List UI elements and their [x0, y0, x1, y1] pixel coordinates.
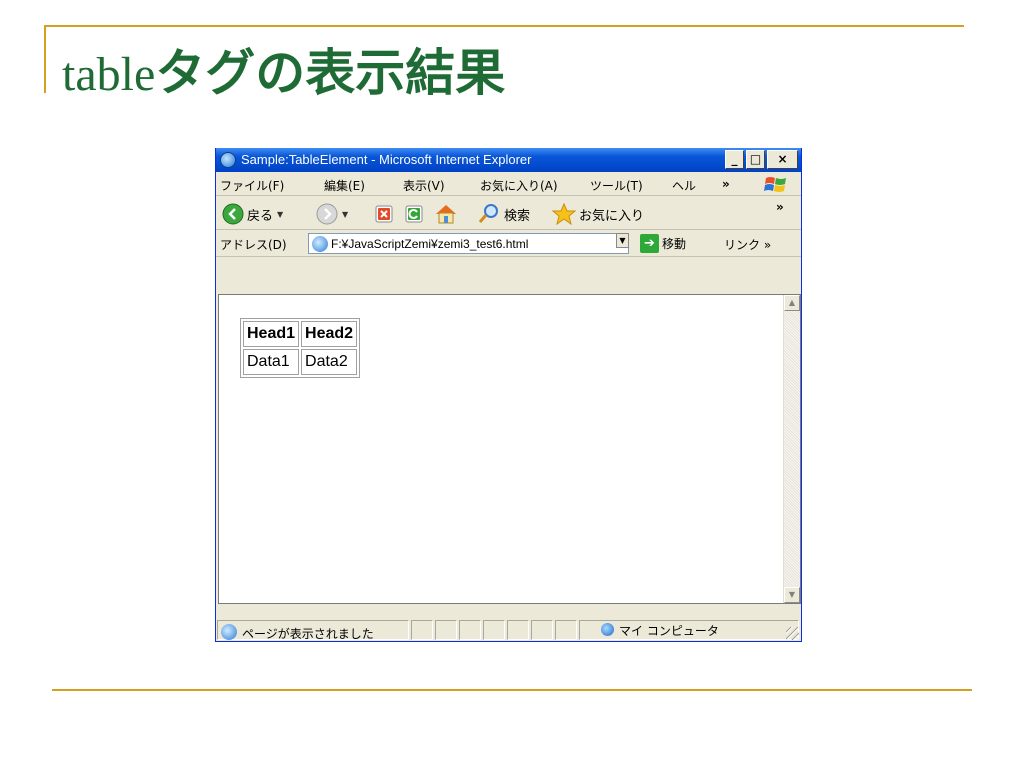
back-arrow-icon	[222, 203, 244, 225]
zone-text: マイ コンピュータ	[619, 624, 719, 638]
star-icon	[552, 203, 576, 225]
forward-arrow-icon	[316, 203, 338, 225]
vertical-scrollbar[interactable]: ▲ ▼	[783, 295, 800, 603]
address-url: F:¥JavaScriptZemi¥zemi3_test6.html	[331, 237, 529, 251]
home-icon	[436, 205, 456, 224]
windows-logo-icon	[764, 177, 786, 192]
toolbar: 戻る ▼ ▼ 検索 お気に入り »	[216, 196, 801, 230]
menu-help[interactable]: ヘル	[672, 177, 696, 194]
favorites-label: お気に入り	[579, 208, 645, 224]
status-text: ページが表示されました	[242, 627, 374, 641]
scroll-down-button[interactable]: ▼	[784, 587, 800, 603]
menu-file[interactable]: ファイル(F)	[220, 177, 284, 194]
slide-title-latin: table	[62, 48, 156, 101]
links-button[interactable]: リンク »	[724, 236, 771, 253]
menu-view[interactable]: 表示(V)	[403, 177, 445, 194]
ie-app-icon	[220, 152, 236, 168]
ie-window: Sample:TableElement - Microsoft Internet…	[215, 148, 802, 642]
top-rule	[44, 25, 964, 27]
table-header-cell: Head1	[243, 321, 300, 347]
menu-edit[interactable]: 編集(E)	[324, 177, 365, 194]
status-cell	[531, 620, 553, 640]
page-icon	[312, 236, 328, 252]
menu-tools[interactable]: ツール(T)	[590, 177, 643, 194]
left-rule	[44, 25, 46, 93]
status-cell	[483, 620, 505, 640]
window-title: Sample:TableElement - Microsoft Internet…	[241, 152, 532, 167]
refresh-button[interactable]	[404, 203, 424, 225]
page-content: Head1 Head2 Data1 Data2 ▲ ▼	[218, 294, 801, 604]
menu-more[interactable]: »	[722, 177, 730, 191]
bottom-rule	[52, 689, 972, 691]
maximize-button[interactable]: □	[746, 150, 765, 169]
go-label: 移動	[662, 237, 687, 251]
home-button[interactable]	[434, 203, 458, 225]
slide-title: tableタグの表示結果	[62, 38, 505, 108]
status-cell	[459, 620, 481, 640]
table-header-row: Head1 Head2	[243, 321, 358, 347]
status-main-cell: ページが表示されました	[217, 620, 409, 641]
stop-icon	[375, 205, 393, 223]
table-row: Data1 Data2	[243, 349, 358, 375]
status-page-icon	[221, 624, 237, 640]
back-dropdown-icon[interactable]: ▼	[277, 210, 283, 219]
close-button[interactable]: ×	[767, 150, 798, 169]
minimize-button[interactable]: _	[725, 150, 744, 169]
address-dropdown-icon[interactable]: ▼	[616, 233, 629, 248]
stop-button[interactable]	[374, 203, 394, 225]
resize-grip-icon[interactable]	[786, 627, 799, 640]
forward-dropdown-icon[interactable]: ▼	[342, 210, 348, 219]
back-label: 戻る	[247, 208, 274, 224]
table-cell: Data2	[301, 349, 358, 375]
scroll-up-button[interactable]: ▲	[784, 295, 800, 311]
forward-button[interactable]: ▼	[316, 203, 348, 225]
slide-title-jp: タグの表示結果	[155, 44, 506, 102]
status-cell	[435, 620, 457, 640]
table-header-cell: Head2	[301, 321, 358, 347]
address-label: アドレス(D)	[220, 238, 287, 252]
computer-zone-icon	[601, 623, 614, 636]
toolbar-more-button[interactable]: »	[776, 200, 784, 214]
status-bar: ページが表示されました マイ コンピュータ	[216, 618, 801, 641]
menubar: ファイル(F) 編集(E) 表示(V) お気に入り(A) ツール(T) ヘル »	[216, 172, 801, 196]
search-icon	[478, 204, 498, 223]
status-cell	[555, 620, 577, 640]
go-arrow-icon: ➔	[640, 234, 659, 253]
status-cell	[411, 620, 433, 640]
demo-table: Head1 Head2 Data1 Data2	[240, 318, 361, 378]
address-bar: アドレス(D) F:¥JavaScriptZemi¥zemi3_test6.ht…	[216, 230, 801, 257]
favorites-button[interactable]: お気に入り	[552, 203, 644, 225]
refresh-icon	[405, 205, 423, 223]
menu-favorites[interactable]: お気に入り(A)	[480, 177, 558, 194]
status-cell	[507, 620, 529, 640]
titlebar[interactable]: Sample:TableElement - Microsoft Internet…	[216, 148, 801, 172]
back-button[interactable]: 戻る ▼	[222, 203, 283, 225]
go-button[interactable]: ➔ 移動	[640, 234, 686, 253]
address-input[interactable]: F:¥JavaScriptZemi¥zemi3_test6.html	[308, 233, 629, 254]
search-label: 検索	[504, 208, 531, 224]
table-cell: Data1	[243, 349, 300, 375]
search-button[interactable]: 検索	[477, 203, 530, 225]
